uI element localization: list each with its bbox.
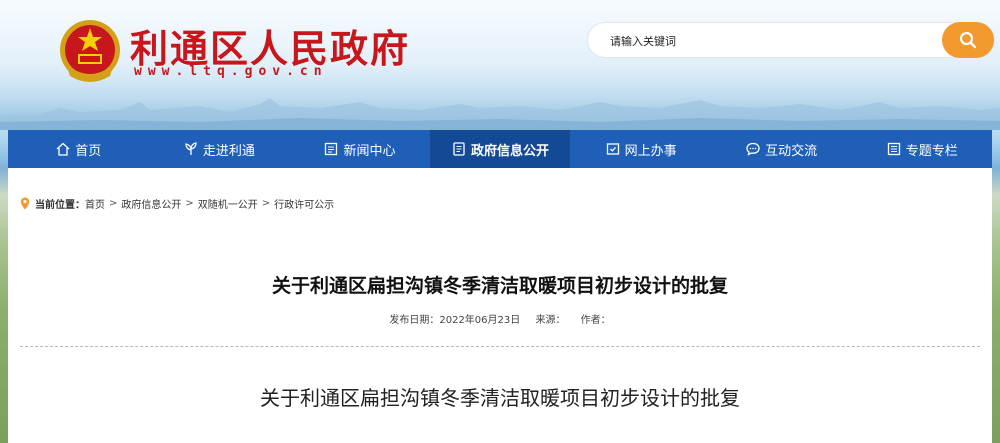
- nav-item-home[interactable]: 首页: [8, 130, 149, 168]
- location-pin-icon: [20, 197, 30, 210]
- breadcrumb-label: 当前位置：: [35, 200, 85, 211]
- nav-item-label: 新闻中心: [343, 143, 396, 159]
- leaf-icon: [185, 142, 197, 155]
- chat-icon: [746, 142, 760, 156]
- publish-date: 发布日期：2022年06月23日: [389, 315, 521, 326]
- nav-item-gov-info[interactable]: 政府信息公开: [429, 130, 571, 168]
- content-panel: 当前位置： 首页 > 政府信息公开 > 双随机一公开 > 行政许可公示 关于利通…: [8, 168, 992, 443]
- home-icon: [56, 142, 70, 156]
- nav-item-label: 政府信息公开: [471, 143, 550, 159]
- divider: [20, 346, 980, 347]
- breadcrumb-double-random[interactable]: 双随机一公开: [198, 196, 258, 211]
- service-icon: [606, 143, 619, 155]
- nav-item-services[interactable]: 网上办事: [570, 130, 711, 168]
- topic-icon: [887, 142, 900, 156]
- breadcrumb-separator: >: [261, 198, 271, 209]
- article-author: 作者：: [580, 315, 611, 326]
- nav-item-news[interactable]: 新闻中心: [289, 130, 430, 168]
- search-button[interactable]: [942, 22, 994, 58]
- site-url: www.ltq.gov.cn: [134, 64, 328, 79]
- breadcrumb: 当前位置： 首页 > 政府信息公开 > 双随机一公开 > 行政许可公示: [20, 196, 334, 211]
- breadcrumb-gov-info[interactable]: 政府信息公开: [121, 196, 181, 211]
- breadcrumb-home[interactable]: 首页: [85, 196, 105, 211]
- national-emblem-icon: [60, 20, 120, 82]
- city-skyline-image: [0, 98, 1000, 130]
- nav-item-about[interactable]: 走进利通: [149, 130, 290, 168]
- breadcrumb-separator: >: [109, 198, 118, 209]
- breadcrumb-separator: >: [185, 198, 194, 209]
- article-meta: 发布日期：2022年06月23日 来源： 作者：: [8, 311, 992, 326]
- article-source: 来源：: [535, 315, 566, 326]
- search-icon: [959, 31, 977, 49]
- nav-item-label: 网上办事: [624, 143, 677, 159]
- article-body-title: 关于利通区扁担沟镇冬季清洁取暖项目初步设计的批复: [260, 386, 740, 410]
- nav-item-topics[interactable]: 专题专栏: [851, 130, 992, 168]
- breadcrumb-admin-permit[interactable]: 行政许可公示: [274, 196, 334, 211]
- nav-item-label: 首页: [75, 143, 102, 159]
- article-title: 关于利通区扁担沟镇冬季清洁取暖项目初步设计的批复: [271, 275, 728, 297]
- nav-item-label: 走进利通: [202, 143, 255, 159]
- document-icon: [453, 142, 465, 156]
- nav-item-label: 专题专栏: [905, 143, 958, 159]
- news-icon: [325, 142, 338, 156]
- search-input[interactable]: [610, 32, 940, 50]
- nav-item-label: 互动交流: [765, 143, 818, 159]
- nav-item-interaction[interactable]: 互动交流: [711, 130, 852, 168]
- search-box: [587, 22, 995, 58]
- main-nav: 首页 走进利通 新闻中心 政府信息公开 网上办事 互动交流 专题专栏: [8, 130, 992, 168]
